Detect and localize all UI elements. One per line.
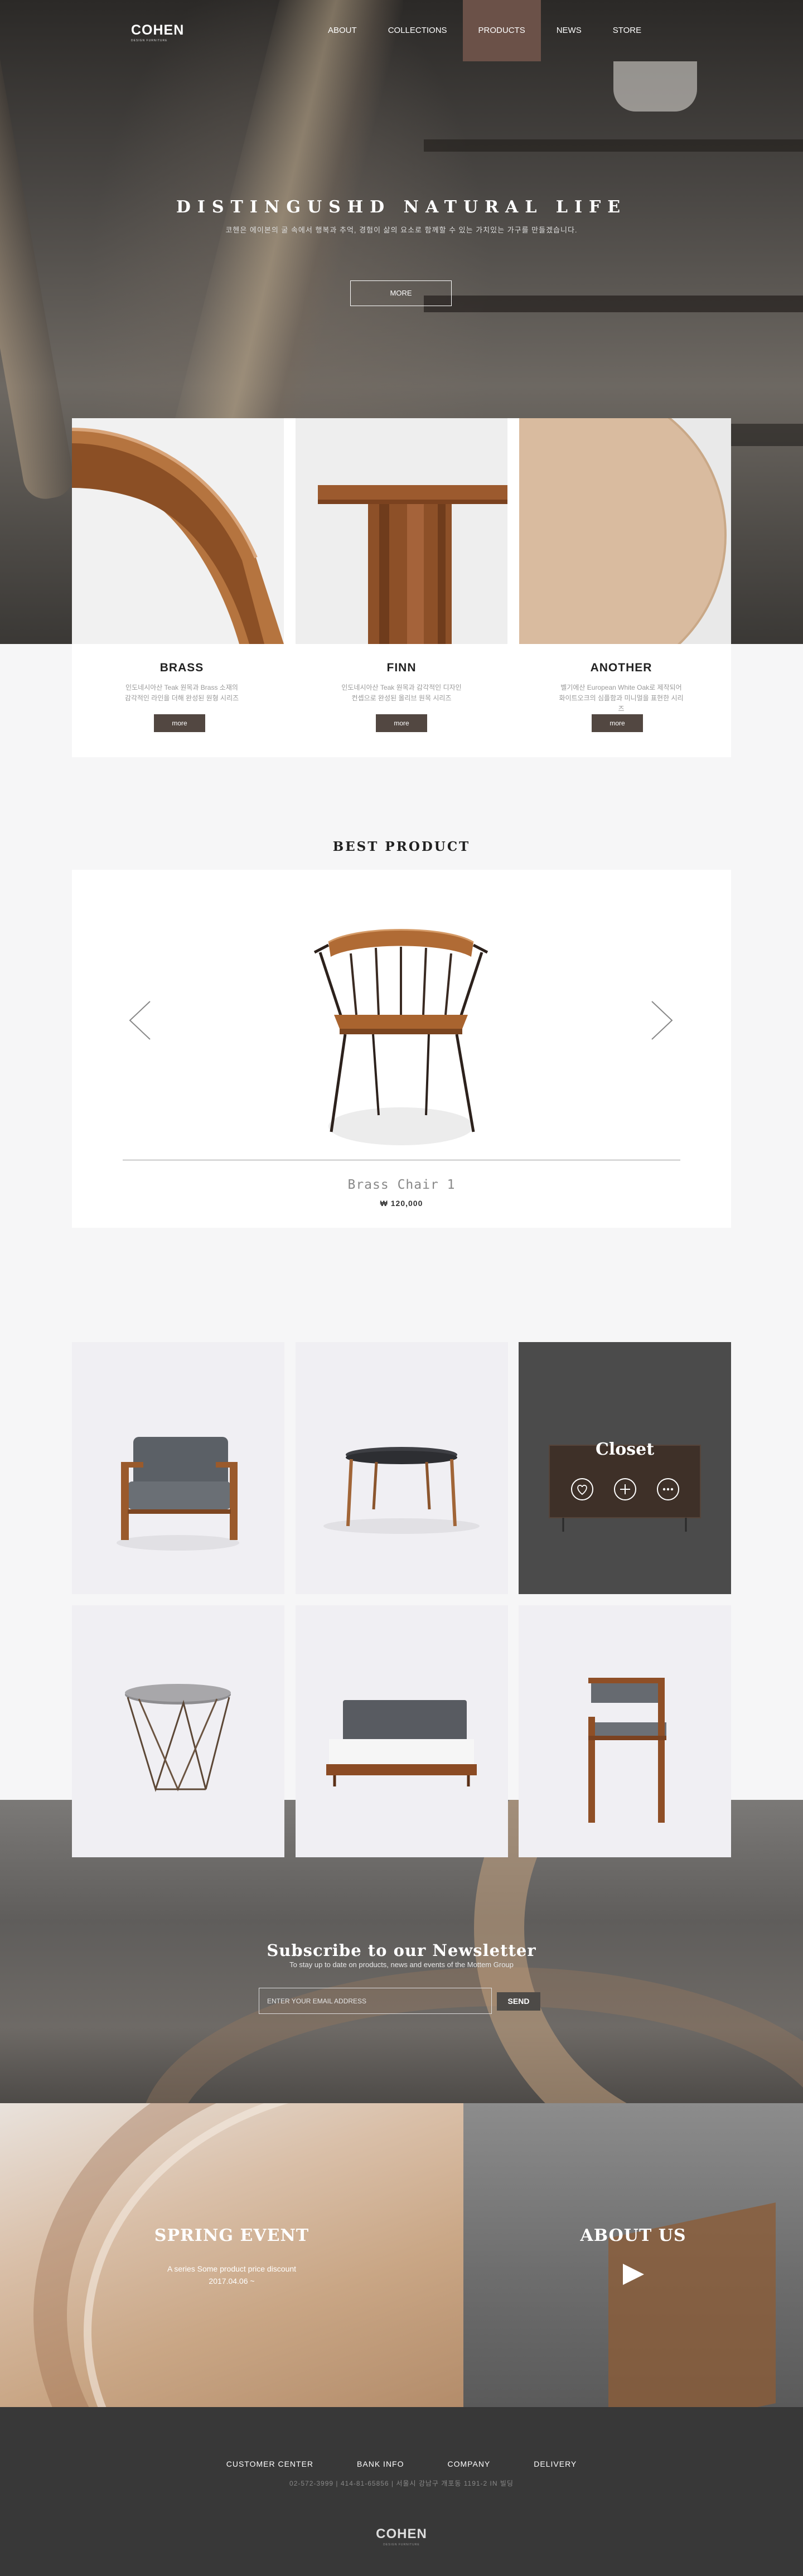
brass-chair-image[interactable] (72, 418, 284, 644)
closet-overlay: Closet (519, 1342, 731, 1594)
top-navigation: COHEN DESIGN FURNITURE ABOUT COLLECTIONS… (0, 0, 803, 61)
gallery-item-dining-chair[interactable] (519, 1605, 731, 1857)
hero-subtitle: 코헨은 에이본의 굴 속에서 행복과 추억, 경험이 삶의 요소로 함께할 수 … (225, 226, 578, 234)
feature-description-line: 컨셉으로 완성된 올리브 원목 시리즈 (351, 694, 452, 702)
feature-card-another: ANOTHER 벨기에산 European White Oak로 제작되어 화이… (511, 418, 731, 757)
logo-text: COHEN (131, 22, 185, 38)
newsletter-subtitle: To stay up to date on products, news and… (289, 1960, 514, 1969)
about-us-banner[interactable] (463, 2103, 803, 2407)
gallery-item-closet[interactable]: Closet (519, 1342, 731, 1594)
spring-event-title: SPRING EVENT (154, 2226, 309, 2245)
product-price: ₩ 120,000 (380, 1199, 423, 1208)
spring-event-banner[interactable] (0, 2103, 463, 2407)
play-icon[interactable] (621, 2262, 646, 2287)
feature-description-line: 인도네시아산 Teak 원목과 감각적인 디자인 (341, 684, 462, 691)
footer-logo[interactable]: COHEN DESIGN FURNITURE (0, 2526, 803, 2546)
feature-more-button[interactable]: more (376, 714, 427, 732)
spring-event-date: 2017.04.06 ~ (209, 2277, 255, 2286)
footer-link-delivery[interactable]: DELIVERY (534, 2459, 577, 2468)
footer-link-bank-info[interactable]: BANK INFO (357, 2459, 404, 2468)
finn-table-image[interactable] (296, 418, 507, 644)
send-button[interactable]: SEND (497, 1992, 540, 2011)
best-product-heading: BEST PRODUCT (332, 839, 471, 854)
spring-event-details: A series Some product price discount 201… (0, 2263, 463, 2287)
footer-contact-info: 02-572-3999 | 414-81-65856 | 서울시 강남구 개포동… (289, 2480, 514, 2487)
newsletter-title: Subscribe to our Newsletter (267, 1941, 536, 1960)
hero-bowl-image (613, 61, 697, 112)
brand-logo[interactable]: COHEN DESIGN FURNITURE (131, 22, 184, 42)
about-us-title: ABOUT US (580, 2226, 686, 2245)
best-product-slider: Brass Chair 1 ₩ 120,000 (72, 870, 731, 1228)
feature-description: 인도네시아산 Teak 원목과 감각적인 디자인 컨셉으로 완성된 올리브 원목… (336, 682, 467, 704)
feature-card-brass: BRASS 인도네시아산 Teak 원목과 Brass 소재의 감각적인 라인을… (72, 418, 292, 757)
nav-item-about[interactable]: ABOUT (312, 0, 373, 61)
feature-description-line: 감각적인 라인을 더해 완성된 원형 시리즈 (124, 694, 239, 702)
chevron-left-icon[interactable] (122, 998, 156, 1043)
email-input[interactable] (259, 1988, 492, 2014)
footer-logo-text: COHEN (376, 2526, 427, 2541)
nav-item-store[interactable]: STORE (597, 0, 657, 61)
hero-chair-leg-image (0, 0, 77, 502)
footer: CUSTOMER CENTER BANK INFO COMPANY DELIVE… (0, 2407, 803, 2576)
logo-tagline: DESIGN FURNITURE (131, 39, 168, 42)
footer-menu: CUSTOMER CENTER BANK INFO COMPANY DELIVE… (0, 2459, 803, 2468)
feature-more-button[interactable]: more (154, 714, 205, 732)
feature-title: BRASS (159, 661, 204, 674)
nav-item-products[interactable]: PRODUCTS (462, 0, 541, 61)
feature-cards: BRASS 인도네시아산 Teak 원목과 Brass 소재의 감각적인 라인을… (72, 418, 731, 757)
hero-shelf (424, 296, 803, 312)
gallery-item-armchair[interactable] (72, 1342, 284, 1594)
closet-title: Closet (595, 1440, 655, 1459)
feature-description: 벨기에산 European White Oak로 제작되어 화이트오크의 심플함… (556, 682, 686, 714)
gallery-item-side-table[interactable] (72, 1605, 284, 1857)
footer-link-company[interactable]: COMPANY (448, 2459, 491, 2468)
more-icon[interactable] (657, 1478, 679, 1500)
footer-link-customer-center[interactable]: CUSTOMER CENTER (226, 2459, 313, 2468)
feature-description-line: 화이트오크의 심플함과 미니멀을 표현한 시리즈 (559, 694, 684, 713)
nav-item-news[interactable]: NEWS (541, 0, 597, 61)
hero-title: DISTINGUSHD NATURAL LIFE (176, 197, 627, 217)
feature-more-button[interactable]: more (592, 714, 643, 732)
gallery-item-bed[interactable] (296, 1605, 508, 1857)
product-name: Brass Chair 1 (347, 1178, 456, 1192)
feature-description-line: 벨기에산 European White Oak로 제작되어 (560, 684, 682, 691)
feature-title: FINN (386, 661, 417, 674)
closet-actions (571, 1478, 679, 1500)
feature-description: 인도네시아산 Teak 원목과 Brass 소재의 감각적인 라인을 더해 완성… (117, 682, 247, 704)
brass-chair-product-image[interactable] (289, 920, 512, 1154)
hero-more-button[interactable]: MORE (350, 280, 452, 306)
hero-shelf (424, 139, 803, 152)
main-menu: ABOUT COLLECTIONS PRODUCTS NEWS STORE (312, 0, 657, 61)
feature-description-line: 인도네시아산 Teak 원목과 Brass 소재의 (125, 684, 238, 691)
heart-icon[interactable] (571, 1478, 593, 1500)
nav-item-collections[interactable]: COLLECTIONS (373, 0, 463, 61)
footer-logo-tagline: DESIGN FURNITURE (383, 2543, 420, 2546)
feature-card-finn: FINN 인도네시아산 Teak 원목과 감각적인 디자인 컨셉으로 완성된 올… (292, 418, 511, 757)
gallery-item-table[interactable] (296, 1342, 508, 1594)
another-top-image[interactable] (519, 418, 731, 644)
feature-title: ANOTHER (590, 661, 652, 674)
plus-icon[interactable] (614, 1478, 636, 1500)
spring-event-line: A series Some product price discount (167, 2264, 297, 2273)
chevron-right-icon[interactable] (646, 998, 680, 1043)
